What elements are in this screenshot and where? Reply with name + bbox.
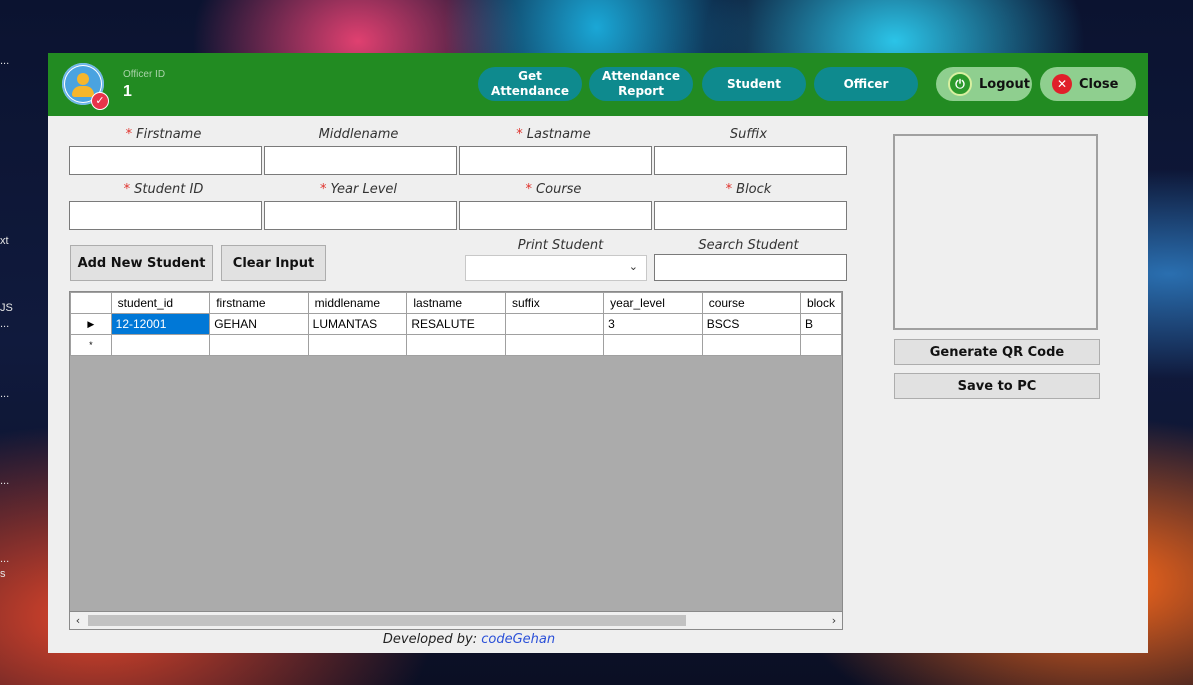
desktop-label: xt	[0, 235, 9, 247]
student-management-window: ✓ Officer ID 1 Get Attendance Attendance…	[48, 53, 1148, 653]
scroll-left-icon[interactable]: ‹	[70, 612, 86, 629]
desktop-label: ...	[0, 553, 10, 565]
horizontal-scrollbar[interactable]: ‹ ›	[69, 611, 843, 630]
table-row[interactable]: ▶ 12-12001 GEHAN LUMANTAS RESALUTE 3 BSC…	[70, 313, 842, 335]
officer-nav-button[interactable]: Officer	[814, 67, 918, 101]
logout-label: Logout	[979, 76, 1030, 92]
print-student-label: Print Student	[517, 238, 604, 253]
table-cell[interactable]: RESALUTE	[406, 313, 506, 335]
close-icon: ✕	[1052, 74, 1072, 94]
course-field[interactable]	[459, 201, 652, 230]
table-cell[interactable]	[603, 334, 703, 356]
row-header-corner	[70, 292, 112, 314]
desktop-label: ...	[0, 388, 10, 400]
add-new-student-button[interactable]: Add New Student	[70, 245, 213, 281]
get-attendance-button[interactable]: Get Attendance	[478, 67, 582, 101]
chevron-down-icon: ⌄	[628, 260, 638, 273]
attendance-report-label: Attendance Report	[602, 69, 680, 98]
column-header[interactable]: year_level	[603, 292, 703, 314]
add-new-student-label: Add New Student	[77, 255, 206, 271]
clear-input-button[interactable]: Clear Input	[221, 245, 326, 281]
table-cell[interactable]	[406, 334, 506, 356]
column-header[interactable]: suffix	[504, 292, 605, 314]
desktop-label: ...	[0, 318, 10, 330]
table-cell[interactable]	[307, 334, 408, 356]
table-cell[interactable]: GEHAN	[209, 313, 309, 335]
attendance-report-button[interactable]: Attendance Report	[589, 67, 693, 101]
table-new-row[interactable]: *	[70, 334, 842, 356]
students-table: student_id firstname middlename lastname…	[70, 292, 842, 356]
officer-nav-label: Officer	[843, 76, 889, 91]
middlename-label: Middlename	[318, 127, 399, 142]
lastname-field[interactable]	[459, 146, 652, 175]
search-student-label: Search Student	[698, 238, 799, 253]
footer-brand-link[interactable]: codeGehan	[481, 632, 555, 647]
table-cell[interactable]	[701, 334, 801, 356]
table-cell[interactable]: BSCS	[701, 313, 801, 335]
table-cell[interactable]	[209, 334, 309, 356]
block-label: * Block	[725, 182, 772, 197]
student-nav-label: Student	[727, 76, 781, 91]
desktop-label: s	[0, 568, 6, 580]
column-header[interactable]: middlename	[307, 292, 408, 314]
column-header[interactable]: lastname	[406, 292, 506, 314]
save-to-pc-label: Save to PC	[957, 378, 1037, 394]
clear-input-label: Clear Input	[232, 255, 315, 271]
footer-credit: Developed by: codeGehan	[48, 632, 890, 647]
table-cell[interactable]: B	[799, 313, 842, 335]
column-header[interactable]: firstname	[209, 292, 309, 314]
close-button[interactable]: ✕ Close	[1040, 67, 1136, 101]
table-cell[interactable]	[110, 334, 211, 356]
table-cell[interactable]: 12-12001	[110, 313, 211, 335]
firstname-field[interactable]	[69, 146, 262, 175]
scrollbar-thumb[interactable]	[88, 615, 686, 626]
qr-code-preview	[893, 134, 1098, 330]
firstname-label: * Firstname	[125, 127, 202, 142]
block-field[interactable]	[654, 201, 847, 230]
officer-id-label: Officer ID	[123, 69, 166, 80]
get-attendance-label: Get Attendance	[491, 69, 569, 98]
table-cell[interactable]	[504, 334, 605, 356]
close-label: Close	[1079, 76, 1119, 92]
column-header[interactable]: course	[701, 292, 801, 314]
year-level-field[interactable]	[264, 201, 457, 230]
table-cell[interactable]: LUMANTAS	[307, 313, 408, 335]
table-header-row: student_id firstname middlename lastname…	[70, 292, 842, 314]
student-id-field[interactable]	[69, 201, 262, 230]
students-data-grid[interactable]: student_id firstname middlename lastname…	[69, 291, 843, 630]
desktop-label: ...	[0, 475, 10, 487]
officer-id-value: 1	[123, 83, 132, 100]
current-row-indicator-icon[interactable]: ▶	[70, 313, 112, 335]
column-header[interactable]: block	[799, 292, 842, 314]
officer-avatar-icon: ✓	[62, 63, 109, 110]
year-level-label: * Year Level	[320, 182, 397, 197]
desktop-label: JS	[0, 302, 13, 314]
generate-qr-code-label: Generate QR Code	[929, 344, 1065, 360]
table-cell[interactable]	[799, 334, 842, 356]
header-bar: ✓ Officer ID 1 Get Attendance Attendance…	[48, 53, 1148, 116]
scroll-right-icon[interactable]: ›	[826, 612, 842, 629]
suffix-label: Suffix	[729, 127, 768, 142]
generate-qr-code-button[interactable]: Generate QR Code	[894, 339, 1100, 365]
student-nav-button[interactable]: Student	[702, 67, 806, 101]
lastname-label: * Lastname	[516, 127, 591, 142]
footer-prefix: Developed by:	[382, 632, 482, 647]
logout-button[interactable]: ⏻ Logout	[936, 67, 1032, 101]
save-to-pc-button[interactable]: Save to PC	[894, 373, 1100, 399]
verified-check-icon: ✓	[91, 92, 109, 110]
print-student-dropdown[interactable]: ⌄	[465, 255, 647, 281]
new-row-indicator-icon[interactable]: *	[70, 334, 112, 356]
course-label: * Course	[525, 182, 582, 197]
desktop-label: ...	[0, 55, 10, 67]
table-cell[interactable]: 3	[603, 313, 703, 335]
power-icon: ⏻	[948, 72, 972, 96]
column-header[interactable]: student_id	[110, 292, 211, 314]
search-student-input[interactable]	[654, 254, 847, 281]
table-cell[interactable]	[504, 313, 605, 335]
student-id-label: * Student ID	[123, 182, 204, 197]
suffix-field[interactable]	[654, 146, 847, 175]
middlename-field[interactable]	[264, 146, 457, 175]
